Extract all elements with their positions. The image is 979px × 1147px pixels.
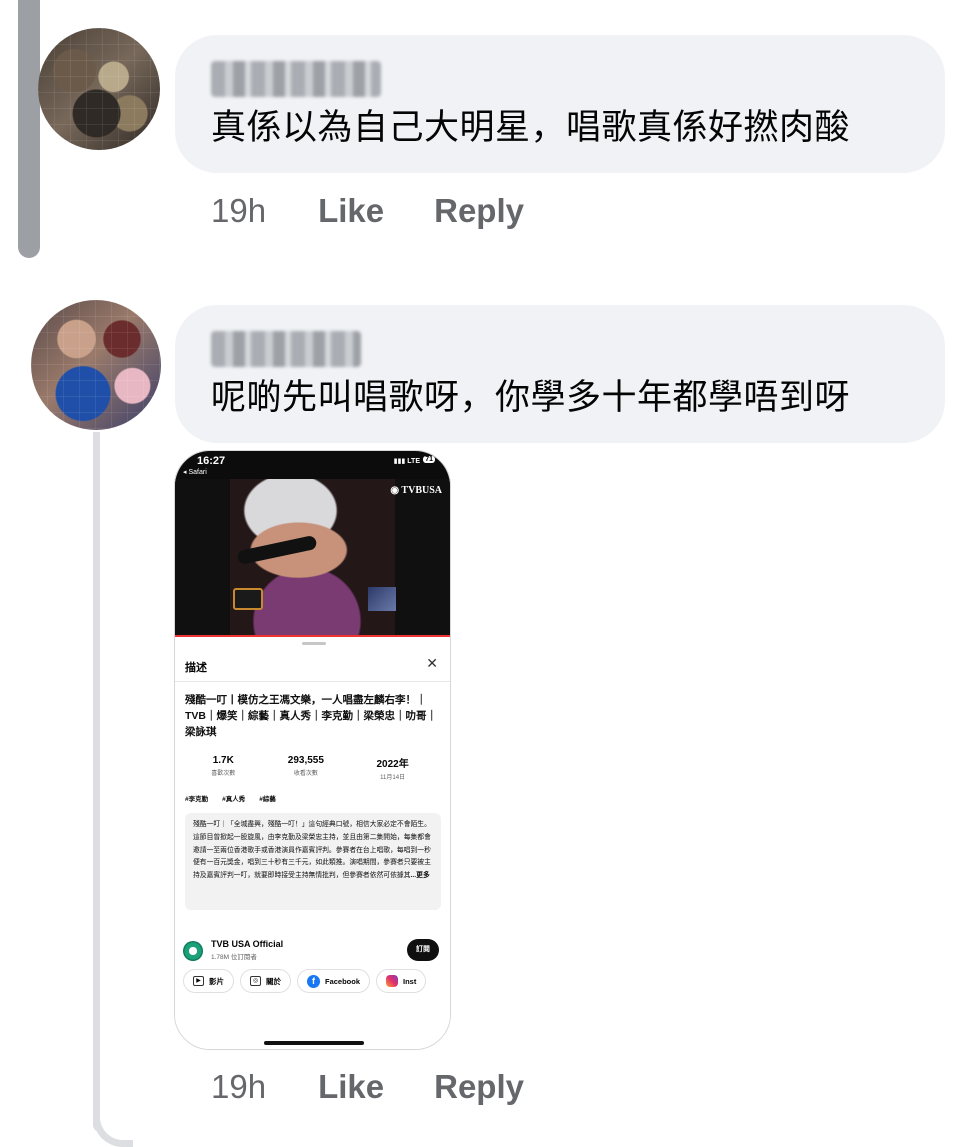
channel-name: TVB USA Official bbox=[211, 939, 284, 949]
chip-label: 影片 bbox=[209, 976, 224, 986]
score-box bbox=[233, 588, 263, 610]
hashtag: #李克勤 bbox=[185, 796, 209, 803]
videos-chip: ▶ 影片 bbox=[183, 969, 234, 993]
reply-thread-line bbox=[93, 432, 100, 1132]
comment-text: 呢啲先叫唱歌呀，你學多十年都學唔到呀 bbox=[211, 378, 851, 417]
description-panel: 描述 ✕ 殘酷一叮丨模仿之王馮文樂，一人唱盡左麟右李！｜TVB｜爆笑｜綜藝｜真人… bbox=[175, 637, 450, 1049]
attached-screenshot[interactable]: ◉ TVBUSA 16:27 ◂ Safari ▮▮▮ LTE 71 描述 ✕ … bbox=[174, 450, 451, 1050]
stat-label: 收看次數 bbox=[293, 771, 318, 777]
channel-row: TVB USA Official 1.78M 位訂閱者 訂閱 bbox=[183, 939, 445, 963]
stat-value: 2022年 bbox=[376, 759, 409, 770]
video-title: 殘酷一叮丨模仿之王馮文樂，一人唱盡左麟右李！｜TVB｜爆笑｜綜藝｜真人秀｜李克勤… bbox=[185, 694, 437, 738]
description-body: 殘酷一叮｜「全城盡興，殘酷一叮！」這句經典口號，相信大家必定不會陌生。這節目曾掀… bbox=[193, 821, 431, 880]
like-button[interactable]: Like bbox=[318, 1068, 384, 1106]
hashtag: #真人秀 bbox=[222, 796, 246, 803]
instagram-icon bbox=[386, 975, 399, 987]
chip-label: Inst bbox=[403, 976, 417, 986]
back-to-safari: ◂ Safari bbox=[183, 469, 207, 476]
channel-logo bbox=[183, 941, 203, 961]
comment-actions: 19h Like Reply bbox=[211, 1068, 574, 1106]
comment-timestamp[interactable]: 19h bbox=[211, 192, 266, 230]
divider bbox=[175, 681, 450, 682]
video-player: ◉ TVBUSA 16:27 ◂ Safari ▮▮▮ LTE 71 bbox=[175, 451, 450, 637]
stat-date: 2022年 11月14日 bbox=[376, 755, 408, 781]
author-name-redacted[interactable] bbox=[211, 331, 361, 367]
phone-status-bar: 16:27 ◂ Safari ▮▮▮ LTE 71 bbox=[175, 451, 450, 479]
comment-timestamp[interactable]: 19h bbox=[211, 1068, 266, 1106]
stat-label: 喜歡次數 bbox=[211, 771, 236, 777]
about-chip: ◎ 關於 bbox=[240, 969, 291, 993]
subscriber-count: 1.78M 位訂閱者 bbox=[211, 954, 257, 961]
panel-title: 描述 bbox=[185, 662, 207, 674]
hashtag-list: #李克勤 #真人秀 #綜藝 bbox=[185, 793, 276, 803]
facebook-icon: f bbox=[307, 974, 320, 988]
chip-label: Facebook bbox=[325, 976, 361, 986]
show-more-link: ...更多 bbox=[410, 872, 430, 880]
drag-handle bbox=[302, 642, 326, 645]
stat-value: 1.7K bbox=[212, 755, 234, 766]
thread-connector-line bbox=[18, 0, 40, 258]
hashtag: #綜藝 bbox=[259, 796, 276, 803]
network-indicator: ▮▮▮ LTE bbox=[393, 458, 420, 465]
instagram-chip: Inst bbox=[376, 969, 427, 993]
subscribe-button: 訂閱 bbox=[407, 939, 439, 961]
avatar[interactable] bbox=[38, 28, 160, 150]
stat-views: 293,555 收看次數 bbox=[288, 755, 324, 781]
facebook-chip: f Facebook bbox=[297, 969, 371, 993]
stat-likes: 1.7K 喜歡次數 bbox=[211, 755, 235, 781]
avatar-blur-overlay bbox=[38, 28, 160, 150]
status-time: 16:27 bbox=[197, 455, 226, 467]
author-name-redacted[interactable] bbox=[211, 61, 381, 97]
close-icon: ✕ bbox=[426, 655, 438, 671]
description-text: 殘酷一叮｜「全城盡興，殘酷一叮！」這句經典口號，相信大家必定不會陌生。這節目曾掀… bbox=[185, 813, 441, 910]
about-icon: ◎ bbox=[250, 976, 261, 986]
comment-actions: 19h Like Reply bbox=[211, 192, 574, 230]
comment-bubble: 真係以為自己大明星，唱歌真係好撚肉酸 bbox=[175, 35, 945, 173]
video-icon: ▶ bbox=[193, 976, 204, 986]
stat-value: 293,555 bbox=[287, 755, 324, 766]
comment-text: 真係以為自己大明星，唱歌真係好撚肉酸 bbox=[211, 108, 851, 147]
like-button[interactable]: Like bbox=[318, 192, 384, 230]
video-frame-image bbox=[175, 479, 450, 637]
reply-button[interactable]: Reply bbox=[434, 192, 524, 230]
reply-button[interactable]: Reply bbox=[434, 1068, 524, 1106]
avatar[interactable] bbox=[31, 300, 161, 430]
avatar-blur-overlay bbox=[31, 300, 161, 430]
stat-label: 11月14日 bbox=[380, 775, 406, 781]
video-stats: 1.7K 喜歡次數 293,555 收看次數 2022年 11月14日 bbox=[185, 755, 435, 781]
chip-label: 關於 bbox=[266, 976, 281, 986]
reply-thread-curve bbox=[93, 1100, 133, 1147]
comment-bubble: 呢啲先叫唱歌呀，你學多十年都學唔到呀 bbox=[175, 305, 945, 443]
channel-links: ▶ 影片 ◎ 關於 f Facebook Inst bbox=[183, 969, 427, 993]
tvb-logo: ◉ TVBUSA bbox=[390, 485, 442, 496]
pip-thumbnail bbox=[368, 587, 396, 611]
home-indicator bbox=[264, 1041, 364, 1045]
battery-indicator: 71 bbox=[423, 456, 435, 463]
